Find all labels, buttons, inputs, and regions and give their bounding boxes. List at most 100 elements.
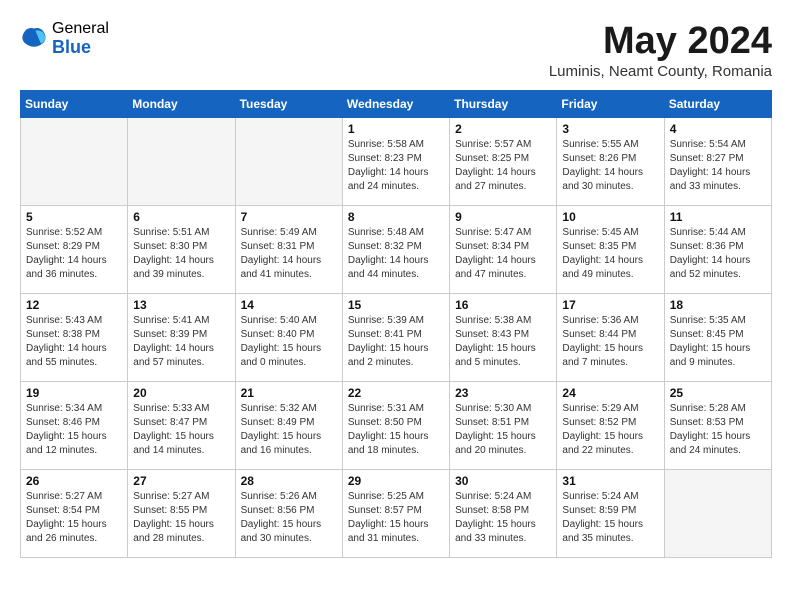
day-info: Sunrise: 5:24 AMSunset: 8:58 PMDaylight:… [455,490,551,546]
calendar-week-1: 5 Sunrise: 5:52 AMSunset: 8:29 PMDaylight… [21,206,772,294]
day-info: Sunrise: 5:29 AMSunset: 8:52 PMDaylight:… [562,402,658,458]
month-title: May 2024 [549,20,772,63]
calendar-cell: 21 Sunrise: 5:32 AMSunset: 8:49 PMDayligh… [235,382,342,470]
day-info: Sunrise: 5:35 AMSunset: 8:45 PMDaylight:… [670,314,766,370]
day-info: Sunrise: 5:49 AMSunset: 8:31 PMDaylight:… [241,226,337,282]
day-info: Sunrise: 5:51 AMSunset: 8:30 PMDaylight:… [133,226,229,282]
calendar-cell: 15Sunrise: 5:39 AMSunset: 8:41 PMDayligh… [342,294,449,382]
day-number: 2 [455,122,551,136]
calendar-cell: 26 Sunrise: 5:27 AMSunset: 8:54 PMDayligh… [21,470,128,558]
day-info: Sunrise: 5:47 AMSunset: 8:34 PMDaylight:… [455,226,551,282]
day-number: 27 [133,474,229,488]
calendar-cell: 14 Sunrise: 5:40 AMSunset: 8:40 PMDayligh… [235,294,342,382]
day-info: Sunrise: 5:36 AMSunset: 8:44 PMDaylight:… [562,314,658,370]
calendar-week-0: 1 Sunrise: 5:58 AMSunset: 8:23 PMDaylight… [21,118,772,206]
calendar-body: 1 Sunrise: 5:58 AMSunset: 8:23 PMDaylight… [21,118,772,558]
day-info: Sunrise: 5:31 AMSunset: 8:50 PMDaylight:… [348,402,444,458]
logo-text: General Blue [52,20,109,57]
day-info: Sunrise: 5:25 AMSunset: 8:57 PMDaylight:… [348,490,444,546]
day-number: 23 [455,386,551,400]
calendar-cell: 19Sunrise: 5:34 AMSunset: 8:46 PMDayligh… [21,382,128,470]
day-info: Sunrise: 5:54 AMSunset: 8:27 PMDaylight:… [670,138,766,194]
calendar-cell: 7 Sunrise: 5:49 AMSunset: 8:31 PMDaylight… [235,206,342,294]
day-info: Sunrise: 5:58 AMSunset: 8:23 PMDaylight:… [348,138,444,194]
calendar-cell: 25 Sunrise: 5:28 AMSunset: 8:53 PMDayligh… [664,382,771,470]
calendar-cell: 30 Sunrise: 5:24 AMSunset: 8:58 PMDayligh… [450,470,557,558]
calendar-cell: 23 Sunrise: 5:30 AMSunset: 8:51 PMDayligh… [450,382,557,470]
day-info: Sunrise: 5:39 AMSunset: 8:41 PMDaylight:… [348,314,444,370]
day-number: 18 [670,298,766,312]
day-number: 4 [670,122,766,136]
calendar-table: SundayMondayTuesdayWednesdayThursdayFrid… [20,90,772,558]
calendar-cell: 27 Sunrise: 5:27 AMSunset: 8:55 PMDayligh… [128,470,235,558]
day-number: 7 [241,210,337,224]
day-number: 16 [455,298,551,312]
calendar-week-4: 26 Sunrise: 5:27 AMSunset: 8:54 PMDayligh… [21,470,772,558]
day-header-tuesday: Tuesday [235,91,342,118]
calendar-cell: 31Sunrise: 5:24 AMSunset: 8:59 PMDayligh… [557,470,664,558]
day-info: Sunrise: 5:28 AMSunset: 8:53 PMDaylight:… [670,402,766,458]
day-info: Sunrise: 5:52 AMSunset: 8:29 PMDaylight:… [26,226,122,282]
day-info: Sunrise: 5:44 AMSunset: 8:36 PMDaylight:… [670,226,766,282]
day-number: 28 [241,474,337,488]
calendar-cell: 1 Sunrise: 5:58 AMSunset: 8:23 PMDaylight… [342,118,449,206]
day-info: Sunrise: 5:55 AMSunset: 8:26 PMDaylight:… [562,138,658,194]
day-header-thursday: Thursday [450,91,557,118]
day-info: Sunrise: 5:40 AMSunset: 8:40 PMDaylight:… [241,314,337,370]
day-header-saturday: Saturday [664,91,771,118]
calendar-cell: 22Sunrise: 5:31 AMSunset: 8:50 PMDayligh… [342,382,449,470]
day-header-row: SundayMondayTuesdayWednesdayThursdayFrid… [21,91,772,118]
calendar-cell: 8Sunrise: 5:48 AMSunset: 8:32 PMDaylight… [342,206,449,294]
calendar-cell: 13 Sunrise: 5:41 AMSunset: 8:39 PMDayligh… [128,294,235,382]
calendar-cell: 4 Sunrise: 5:54 AMSunset: 8:27 PMDaylight… [664,118,771,206]
calendar-cell: 12Sunrise: 5:43 AMSunset: 8:38 PMDayligh… [21,294,128,382]
day-header-monday: Monday [128,91,235,118]
calendar-cell: 9 Sunrise: 5:47 AMSunset: 8:34 PMDaylight… [450,206,557,294]
day-number: 13 [133,298,229,312]
location-subtitle: Luminis, Neamt County, Romania [549,63,772,80]
calendar-cell: 10Sunrise: 5:45 AMSunset: 8:35 PMDayligh… [557,206,664,294]
day-info: Sunrise: 5:38 AMSunset: 8:43 PMDaylight:… [455,314,551,370]
page-header: General Blue May 2024 Luminis, Neamt Cou… [20,20,772,80]
calendar-cell: 3Sunrise: 5:55 AMSunset: 8:26 PMDaylight… [557,118,664,206]
day-info: Sunrise: 5:57 AMSunset: 8:25 PMDaylight:… [455,138,551,194]
day-number: 1 [348,122,444,136]
day-number: 25 [670,386,766,400]
day-header-friday: Friday [557,91,664,118]
calendar-header: SundayMondayTuesdayWednesdayThursdayFrid… [21,91,772,118]
day-info: Sunrise: 5:33 AMSunset: 8:47 PMDaylight:… [133,402,229,458]
day-info: Sunrise: 5:27 AMSunset: 8:54 PMDaylight:… [26,490,122,546]
calendar-week-3: 19Sunrise: 5:34 AMSunset: 8:46 PMDayligh… [21,382,772,470]
calendar-week-2: 12Sunrise: 5:43 AMSunset: 8:38 PMDayligh… [21,294,772,382]
calendar-cell: 24Sunrise: 5:29 AMSunset: 8:52 PMDayligh… [557,382,664,470]
day-info: Sunrise: 5:48 AMSunset: 8:32 PMDaylight:… [348,226,444,282]
day-number: 9 [455,210,551,224]
calendar-cell: 5 Sunrise: 5:52 AMSunset: 8:29 PMDaylight… [21,206,128,294]
day-number: 30 [455,474,551,488]
day-info: Sunrise: 5:27 AMSunset: 8:55 PMDaylight:… [133,490,229,546]
calendar-cell [21,118,128,206]
day-number: 21 [241,386,337,400]
calendar-cell: 20Sunrise: 5:33 AMSunset: 8:47 PMDayligh… [128,382,235,470]
logo-icon [20,25,48,53]
day-number: 6 [133,210,229,224]
day-number: 26 [26,474,122,488]
logo: General Blue [20,20,109,57]
day-number: 5 [26,210,122,224]
calendar-cell: 6 Sunrise: 5:51 AMSunset: 8:30 PMDaylight… [128,206,235,294]
day-number: 14 [241,298,337,312]
day-number: 11 [670,210,766,224]
day-header-wednesday: Wednesday [342,91,449,118]
day-info: Sunrise: 5:34 AMSunset: 8:46 PMDaylight:… [26,402,122,458]
day-info: Sunrise: 5:30 AMSunset: 8:51 PMDaylight:… [455,402,551,458]
day-info: Sunrise: 5:26 AMSunset: 8:56 PMDaylight:… [241,490,337,546]
day-info: Sunrise: 5:41 AMSunset: 8:39 PMDaylight:… [133,314,229,370]
logo-blue: Blue [52,38,109,58]
calendar-cell: 11 Sunrise: 5:44 AMSunset: 8:36 PMDayligh… [664,206,771,294]
calendar-cell: 18 Sunrise: 5:35 AMSunset: 8:45 PMDayligh… [664,294,771,382]
calendar-cell: 28 Sunrise: 5:26 AMSunset: 8:56 PMDayligh… [235,470,342,558]
title-area: May 2024 Luminis, Neamt County, Romania [549,20,772,80]
day-number: 10 [562,210,658,224]
day-number: 17 [562,298,658,312]
day-info: Sunrise: 5:32 AMSunset: 8:49 PMDaylight:… [241,402,337,458]
